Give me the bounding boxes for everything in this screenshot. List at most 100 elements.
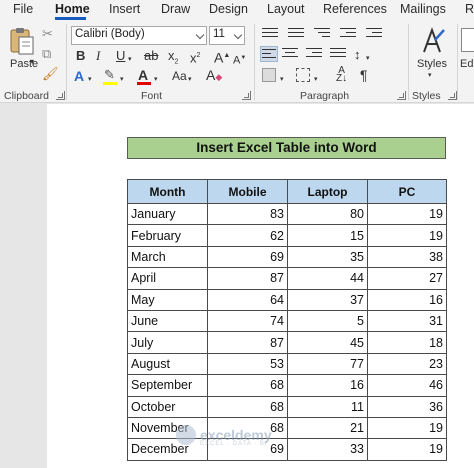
format-painter-icon[interactable]: 🖌	[42, 66, 59, 82]
month-cell[interactable]: September	[127, 374, 208, 397]
font-grow-button[interactable]: A▲	[214, 48, 230, 66]
editing-button[interactable]: Edi	[459, 24, 474, 84]
month-cell[interactable]: May	[127, 289, 208, 311]
header-mobile[interactable]: Mobile	[207, 179, 288, 204]
change-case-button[interactable]: Aa	[172, 68, 187, 84]
value-cell[interactable]: 11	[287, 396, 368, 418]
font-size-select[interactable]: 11	[209, 26, 245, 45]
value-cell[interactable]: 77	[287, 353, 368, 376]
value-cell[interactable]: 62	[207, 224, 288, 247]
month-cell[interactable]: August	[127, 353, 208, 376]
line-spacing-chevron-icon[interactable]: ▾	[366, 51, 370, 67]
month-cell[interactable]: February	[127, 224, 208, 247]
font-color-button[interactable]: A	[138, 67, 148, 83]
text-effects-chevron-icon[interactable]: ▾	[88, 72, 92, 88]
value-cell[interactable]: 69	[207, 246, 288, 269]
value-cell[interactable]: 46	[367, 374, 447, 397]
clear-formatting-button[interactable]: A◆	[206, 67, 222, 85]
value-cell[interactable]: 16	[287, 374, 368, 397]
multilevel-list-icon[interactable]	[314, 28, 330, 42]
value-cell[interactable]: 16	[367, 289, 447, 311]
clipboard-launcher-icon[interactable]	[56, 91, 65, 100]
document-title[interactable]: Insert Excel Table into Word	[127, 137, 446, 159]
value-cell[interactable]: 80	[287, 203, 368, 226]
change-case-chevron-icon[interactable]: ▾	[188, 72, 192, 88]
align-left-icon[interactable]	[260, 46, 278, 62]
month-cell[interactable]: March	[127, 246, 208, 269]
borders-icon[interactable]	[296, 68, 310, 82]
paragraph-launcher-icon[interactable]	[397, 91, 406, 100]
value-cell[interactable]: 38	[367, 246, 447, 269]
tab-design[interactable]: Design	[209, 2, 248, 16]
value-cell[interactable]: 83	[207, 203, 288, 226]
strikethrough-button[interactable]: ab	[144, 48, 158, 64]
month-cell[interactable]: April	[127, 267, 208, 290]
tab-insert[interactable]: Insert	[109, 2, 140, 16]
align-center-icon[interactable]	[282, 48, 298, 62]
line-spacing-icon[interactable]: ↕	[354, 47, 361, 63]
value-cell[interactable]: 64	[207, 289, 288, 311]
value-cell[interactable]: 44	[287, 267, 368, 290]
value-cell[interactable]: 18	[367, 331, 447, 354]
tab-draw[interactable]: Draw	[161, 2, 190, 16]
tab-mailings[interactable]: Mailings	[400, 2, 446, 16]
value-cell[interactable]: 33	[287, 438, 368, 461]
shading-chevron-icon[interactable]: ▾	[280, 72, 284, 88]
value-cell[interactable]: 37	[287, 289, 368, 311]
show-formatting-icon[interactable]: ¶	[360, 67, 368, 83]
value-cell[interactable]: 68	[207, 396, 288, 418]
borders-chevron-icon[interactable]: ▾	[314, 72, 318, 88]
tab-home[interactable]: Home	[55, 2, 90, 16]
month-cell[interactable]: October	[127, 396, 208, 418]
value-cell[interactable]: 19	[367, 224, 447, 247]
value-cell[interactable]: 45	[287, 331, 368, 354]
value-cell[interactable]: 19	[367, 417, 447, 440]
copy-icon[interactable]: ⧉	[42, 46, 51, 62]
styles-button[interactable]: Styles ▾	[414, 24, 454, 84]
font-launcher-icon[interactable]	[242, 91, 251, 100]
value-cell[interactable]: 21	[287, 417, 368, 440]
cut-icon[interactable]: ✂	[42, 26, 53, 42]
shading-icon[interactable]	[262, 68, 276, 82]
superscript-button[interactable]: x2	[190, 48, 200, 66]
value-cell[interactable]: 87	[207, 267, 288, 290]
underline-chevron-icon[interactable]: ▾	[128, 52, 132, 68]
value-cell[interactable]: 23	[367, 353, 447, 376]
month-cell[interactable]: July	[127, 331, 208, 354]
value-cell[interactable]: 68	[207, 374, 288, 397]
text-effects-button[interactable]: A	[74, 68, 84, 84]
sales-table[interactable]: Month Mobile Laptop PC January 83 80 19 Febr…	[127, 179, 447, 461]
increase-indent-icon[interactable]	[366, 28, 382, 42]
header-pc[interactable]: PC	[367, 179, 447, 204]
italic-button[interactable]: I	[96, 48, 100, 64]
header-month[interactable]: Month	[127, 179, 208, 204]
align-right-icon[interactable]	[306, 48, 322, 62]
font-color-chevron-icon[interactable]: ▾	[154, 72, 158, 88]
value-cell[interactable]: 19	[367, 203, 447, 226]
value-cell[interactable]: 19	[367, 438, 447, 461]
font-name-select[interactable]: Calibri (Body)	[71, 26, 207, 45]
highlight-icon[interactable]: ✎	[104, 67, 115, 83]
numbering-icon[interactable]	[288, 28, 304, 42]
value-cell[interactable]: 36	[367, 396, 447, 418]
underline-button[interactable]: U	[116, 48, 125, 64]
value-cell[interactable]: 31	[367, 310, 447, 333]
value-cell[interactable]: 74	[207, 310, 288, 333]
tab-references[interactable]: References	[323, 2, 387, 16]
bold-button[interactable]: B	[76, 48, 85, 64]
font-shrink-button[interactable]: A▼	[233, 50, 246, 69]
value-cell[interactable]: 15	[287, 224, 368, 247]
paste-chevron-icon[interactable]: ▾	[30, 54, 34, 70]
value-cell[interactable]: 5	[287, 310, 368, 333]
tab-layout[interactable]: Layout	[267, 2, 305, 16]
tab-review-partial[interactable]: R	[465, 2, 474, 16]
header-laptop[interactable]: Laptop	[287, 179, 368, 204]
value-cell[interactable]: 87	[207, 331, 288, 354]
bullets-icon[interactable]	[262, 28, 278, 42]
value-cell[interactable]: 27	[367, 267, 447, 290]
month-cell[interactable]: June	[127, 310, 208, 333]
value-cell[interactable]: 53	[207, 353, 288, 376]
month-cell[interactable]: January	[127, 203, 208, 226]
highlight-chevron-icon[interactable]: ▾	[120, 72, 124, 88]
styles-launcher-icon[interactable]	[448, 91, 457, 100]
